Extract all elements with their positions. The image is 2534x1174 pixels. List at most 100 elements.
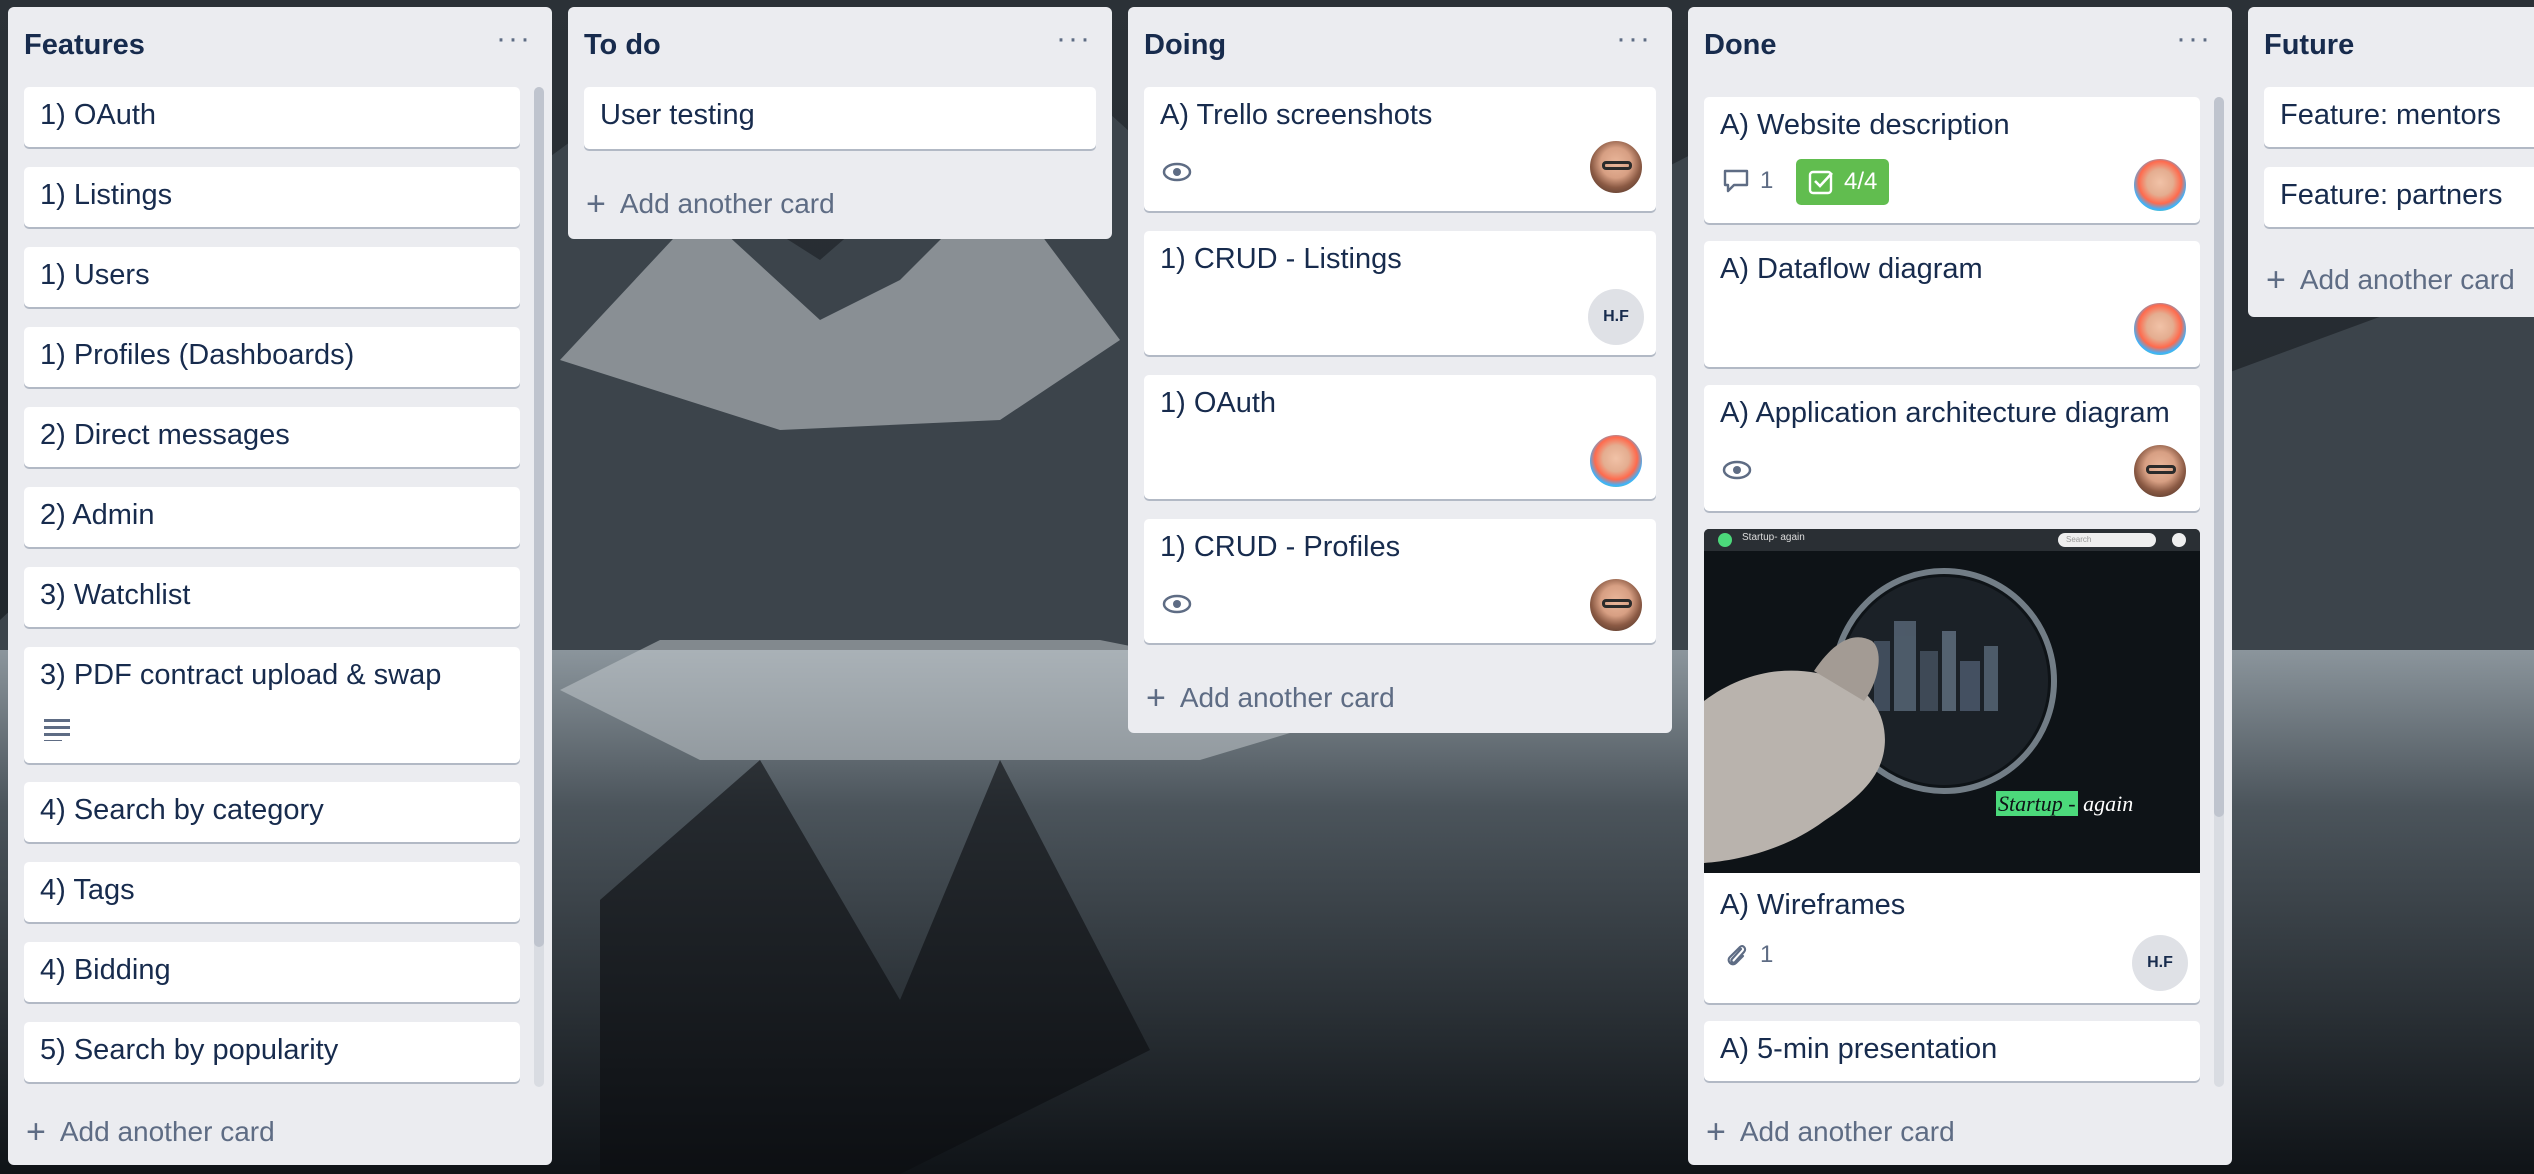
card[interactable]: 1) Listings (24, 167, 520, 227)
card[interactable]: 3) PDF contract upload & swap (24, 647, 520, 763)
avatar[interactable] (2132, 443, 2188, 499)
list-menu-button[interactable]: ··· (2176, 24, 2212, 54)
list-header: To do ··· (568, 7, 1112, 83)
card[interactable]: 2) Admin (24, 487, 520, 547)
card-title: 2) Direct messages (40, 419, 290, 451)
list-header: Done ··· (1688, 7, 2232, 83)
card-title: Feature: mentors (2280, 99, 2501, 131)
card[interactable]: A) Dataflow diagram (1704, 241, 2200, 367)
card-title: 1) Listings (40, 179, 173, 211)
card[interactable]: 4) Tags (24, 862, 520, 922)
paperclip-icon (1727, 945, 1747, 966)
comment-icon (1723, 169, 1749, 193)
card-title: A) Trello screenshots (1160, 99, 1433, 131)
avatar[interactable]: H.F (1588, 289, 1644, 345)
plus-icon: + (2266, 261, 2286, 299)
card[interactable]: 4) Bidding (24, 942, 520, 1002)
card-title: 4) Tags (40, 874, 135, 906)
scrollbar-thumb[interactable] (2214, 97, 2224, 817)
add-card-button[interactable]: + Add another card (26, 1115, 275, 1149)
card[interactable]: 2) Direct messages (24, 407, 520, 467)
cover-site-name: Startup- again (1742, 532, 1805, 543)
list-doing: Doing ··· A) Trello screenshots 1) CRUD … (1128, 7, 1672, 733)
card[interactable]: 1) CRUD - Profiles (1144, 519, 1656, 643)
avatar[interactable] (2132, 301, 2188, 357)
add-card-button[interactable]: + Add another card (1146, 681, 1395, 715)
list-title: To do (584, 28, 661, 61)
card-title: 1) Profiles (Dashboards) (40, 339, 355, 371)
card[interactable]: A) Trello screenshots (1144, 87, 1656, 211)
card-title: 1) OAuth (40, 99, 157, 131)
eye-icon (1162, 594, 1192, 614)
card[interactable]: 3) Watchlist (24, 567, 520, 627)
plus-icon: + (26, 1113, 46, 1151)
list-header: Features ··· (8, 7, 552, 83)
avatar[interactable]: H.F (2132, 935, 2188, 991)
card-title: A) Wireframes (1720, 889, 1906, 921)
card[interactable]: Feature: mentors (2264, 87, 2534, 147)
card-cover-image: Startup- again Search Startup - again (1704, 529, 2200, 873)
card-title: 3) PDF contract upload & swap (40, 659, 442, 691)
add-card-button[interactable]: + Add another card (2266, 263, 2515, 297)
card-title: 3) Watchlist (40, 579, 191, 611)
card[interactable]: A) 5-min presentation (1704, 1021, 2200, 1081)
list-features: Features ··· 1) OAuth 1) Listings 1) Use… (8, 7, 552, 1165)
card[interactable]: A) Application architecture diagram (1704, 385, 2200, 511)
list-title: Done (1704, 28, 1777, 61)
card-title: 4) Search by category (40, 794, 324, 826)
list-menu-button[interactable]: ··· (1616, 24, 1652, 54)
scrollbar[interactable] (2214, 97, 2224, 1087)
list-title: Doing (1144, 28, 1227, 61)
list-menu-button[interactable]: ··· (1056, 24, 1092, 54)
card[interactable]: 1) OAuth (1144, 375, 1656, 499)
card[interactable]: 5) Search by popularity (24, 1022, 520, 1082)
add-card-label: Add another card (619, 188, 835, 219)
add-card-button[interactable]: + Add another card (586, 187, 835, 221)
scrollbar[interactable] (534, 87, 544, 1087)
list-title: Future (2264, 28, 2355, 61)
attachments-count: 1 (1760, 941, 1774, 968)
cover-brand-rest: again (2083, 791, 2134, 816)
checklist-count: 4/4 (1844, 168, 1878, 195)
plus-icon: + (1146, 679, 1166, 717)
magnifier-image (1704, 551, 2200, 873)
card-title: 1) Users (40, 259, 150, 291)
eye-icon (1162, 162, 1192, 182)
card-title: Feature: partners (2280, 179, 2503, 211)
card-title: A) 5-min presentation (1720, 1033, 1998, 1065)
list-menu-button[interactable]: ··· (496, 24, 532, 54)
scrollbar-thumb[interactable] (534, 87, 544, 947)
cover-brand-text: Startup - again (1996, 791, 2133, 817)
avatar[interactable] (1588, 139, 1644, 195)
card-title: 2) Admin (40, 499, 155, 531)
list-future: Future Feature: mentors Feature: partner… (2248, 7, 2534, 317)
card[interactable]: Feature: partners (2264, 167, 2534, 227)
card[interactable]: 1) Profiles (Dashboards) (24, 327, 520, 387)
card-title: 1) OAuth (1160, 387, 1277, 419)
cover-user-icon (2172, 533, 2186, 547)
card[interactable]: 1) CRUD - Listings H.F (1144, 231, 1656, 355)
list-todo: To do ··· User testing + Add another car… (568, 7, 1112, 239)
list-title: Features (24, 28, 145, 61)
cover-search-field: Search (2058, 533, 2156, 547)
eye-icon (1722, 460, 1752, 480)
avatar[interactable] (1588, 433, 1644, 489)
card[interactable]: 4) Search by category (24, 782, 520, 842)
description-icon (44, 719, 70, 741)
card[interactable]: 1) Users (24, 247, 520, 307)
card-title: 4) Bidding (40, 954, 171, 986)
avatar[interactable] (2132, 157, 2188, 213)
card[interactable]: User testing (584, 87, 1096, 149)
card-title: 5) Search by popularity (40, 1034, 339, 1066)
add-card-button[interactable]: + Add another card (1706, 1115, 1955, 1149)
comments-count: 1 (1760, 167, 1774, 194)
checklist-icon (1808, 170, 1833, 195)
avatar[interactable] (1588, 577, 1644, 633)
add-card-label: Add another card (1179, 682, 1395, 713)
card-title: 1) CRUD - Listings (1160, 243, 1402, 275)
cover-brand-highlight: Startup - (1996, 791, 2078, 816)
card[interactable]: A) Website description 1 4/4 (1704, 97, 2200, 223)
card[interactable]: 1) OAuth (24, 87, 520, 147)
attachments-badge: 1 (1724, 941, 1773, 969)
card-with-cover[interactable]: Startup- again Search Startup - again A)… (1704, 529, 2200, 1003)
